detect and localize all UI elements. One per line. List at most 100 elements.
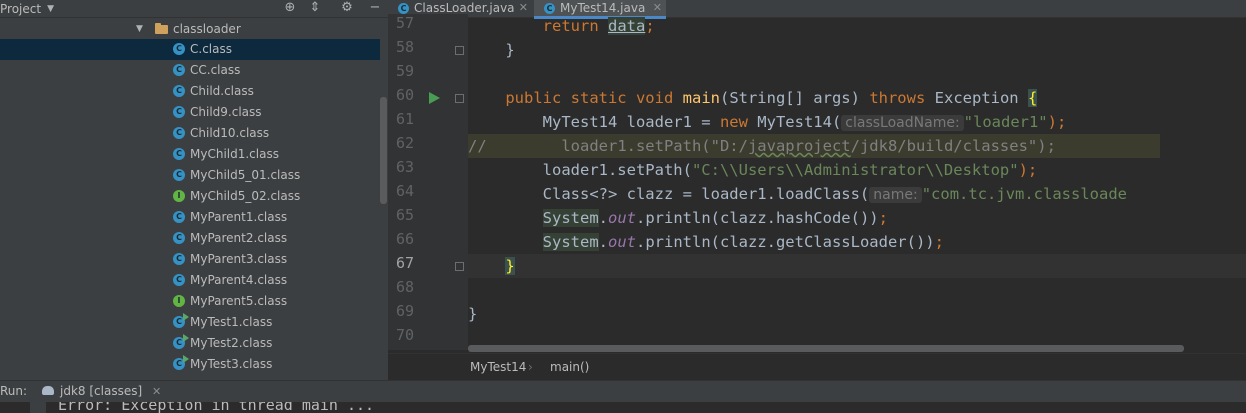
code-editor: C ClassLoader.java ✕ C MyTest14.java ✕ 5… [388, 0, 1246, 380]
chevron-down-icon[interactable]: ▼ [136, 19, 143, 39]
run-gutter-icon[interactable] [429, 92, 440, 104]
tree-item[interactable]: C Child9.class [0, 102, 380, 123]
fold-marker-icon[interactable] [455, 46, 464, 55]
keyword: throws [869, 89, 926, 107]
code-line-64: Class<?> clazz = loader1.loadClass(name:… [468, 182, 1127, 206]
run-badge-icon [183, 334, 189, 342]
java-class-icon: C [173, 211, 185, 223]
tree-item[interactable]: C C.class [0, 39, 380, 60]
fold-marker-icon[interactable] [455, 94, 464, 103]
tree-item-label: C.class [190, 42, 232, 56]
java-class-icon: C [173, 43, 185, 55]
folder-label: classloader [173, 22, 241, 36]
java-class-icon: C [173, 148, 185, 160]
horizontal-scrollbar[interactable] [468, 345, 1184, 352]
java-class-icon: C [173, 169, 185, 181]
tree-item[interactable]: C MyParent4.class [0, 270, 380, 291]
tree-item-label: MyTest1.class [190, 315, 273, 329]
code-line-66: System.out.println(clazz.getClassLoader(… [468, 230, 944, 254]
tree-item[interactable]: C MyParent3.class [0, 249, 380, 270]
code-area[interactable]: return data; } public static void main(S… [468, 14, 1246, 350]
chevron-down-icon: ▼ [47, 3, 54, 14]
tree-item[interactable]: C CC.class [0, 60, 380, 81]
string-literal: "C:\\Users\\Administrator\\Desktop" [691, 161, 1019, 179]
tree-item-label: MyTest3.class [190, 357, 273, 371]
collapse-icon[interactable]: ⇕ [306, 0, 324, 18]
string-literal: "loader1" [963, 113, 1048, 131]
brace-matched: { [1028, 89, 1038, 107]
fold-marker-icon[interactable] [455, 262, 464, 271]
line-number: 69 [395, 302, 414, 320]
tree-item[interactable]: C MyChild1.class [0, 144, 380, 165]
semicolon: ; [645, 17, 655, 35]
tree-item[interactable]: C MyParent1.class [0, 207, 380, 228]
breadcrumb-method[interactable]: main() [550, 354, 589, 380]
parameter-hint: name: [869, 187, 922, 203]
code-line-63: loader1.setPath("C:\\Users\\Administrato… [468, 158, 1038, 182]
comment-text: ); [1037, 137, 1056, 155]
project-panel: Project ▼ ⊕ ⇕ ⚙ − ▼ classloader C C.class… [0, 0, 388, 380]
tree-item[interactable]: C MyTest3.class [0, 354, 380, 375]
static-field: out [608, 209, 636, 227]
code-text: ); [1018, 161, 1038, 179]
java-class-icon: C [173, 232, 185, 244]
tree-item-label: MyParent3.class [190, 252, 288, 266]
line-number-current: 67 [395, 254, 414, 272]
breadcrumb-separator-icon: › [528, 360, 533, 374]
code-line-60: public static void main(String[] args) t… [468, 86, 1038, 110]
tree-item-label: MyParent5.class [190, 294, 288, 308]
code-text: MyTest14 loader1 = [542, 113, 720, 131]
run-tool-window-bar: Run: jdk8 [classes] ✕ [0, 380, 1246, 402]
tree-item-label: MyParent2.class [190, 231, 288, 245]
tree-item[interactable]: I MyParent5.class [0, 291, 380, 312]
close-icon[interactable]: ✕ [152, 385, 161, 398]
code-text: . [598, 233, 608, 251]
comment-text: loader1.setPath( [486, 137, 711, 155]
tree-item[interactable]: C Child10.class [0, 123, 380, 144]
java-class-icon: C [398, 3, 409, 14]
tree-item[interactable]: C MyTest2.class [0, 333, 380, 354]
identifier: data [608, 17, 646, 35]
type-name: Exception [934, 89, 1019, 107]
string-literal: "com.tc.jvm.classloade [921, 185, 1128, 203]
java-class-icon: C [173, 85, 185, 97]
tree-item-label: MyTest2.class [190, 336, 273, 350]
interface-icon: I [173, 295, 185, 307]
line-number: 66 [395, 230, 414, 248]
crosshair-icon[interactable]: ⊕ [281, 0, 299, 18]
run-badge-icon [183, 313, 189, 321]
brace: } [505, 41, 515, 59]
java-class-icon: C [173, 355, 189, 370]
code-text: Class<?> clazz = loader1.loadClass( [542, 185, 870, 203]
editor-gutter: 57 58 59 60 61 62 63 64 65 66 67 68 69 7… [388, 14, 468, 350]
breadcrumb-class[interactable]: MyTest14 [470, 354, 526, 380]
gear-icon[interactable]: ⚙ [338, 0, 356, 18]
java-class-icon: C [173, 127, 185, 139]
code-line-57: return data; [468, 14, 655, 38]
semicolon: ; [878, 209, 888, 227]
code-line-67: } [468, 254, 1246, 278]
run-label: Run: [0, 384, 28, 398]
tree-item[interactable]: C MyTest1.class [0, 312, 380, 333]
minimize-icon[interactable]: − [366, 0, 384, 18]
java-class-icon: C [173, 253, 185, 265]
interface-icon: I [173, 190, 185, 202]
tree-item[interactable]: C MyChild5_01.class [0, 165, 380, 186]
keyword: new [719, 113, 748, 131]
java-class-icon: C [173, 334, 189, 349]
tree-item-label: MyChild5_02.class [190, 189, 301, 203]
run-tab-jdk8[interactable]: jdk8 [classes] ✕ [38, 381, 161, 402]
line-number: 70 [395, 326, 414, 344]
tree-folder-classloader[interactable]: ▼ classloader [0, 19, 380, 39]
project-scrollbar[interactable] [380, 97, 387, 204]
tree-item-label: MyChild1.class [190, 147, 279, 161]
line-number: 58 [395, 38, 414, 56]
run-console[interactable]: Error: Exception in thread main ... [0, 402, 1246, 413]
run-tab-label: jdk8 [classes] [60, 384, 143, 398]
project-view-selector[interactable]: Project ▼ [0, 0, 54, 18]
tree-item[interactable]: C Child.class [0, 81, 380, 102]
method-name: main [682, 89, 720, 107]
signature: (String[] args) [719, 89, 860, 107]
tree-item[interactable]: C MyParent2.class [0, 228, 380, 249]
tree-item[interactable]: I MyChild5_02.class [0, 186, 380, 207]
